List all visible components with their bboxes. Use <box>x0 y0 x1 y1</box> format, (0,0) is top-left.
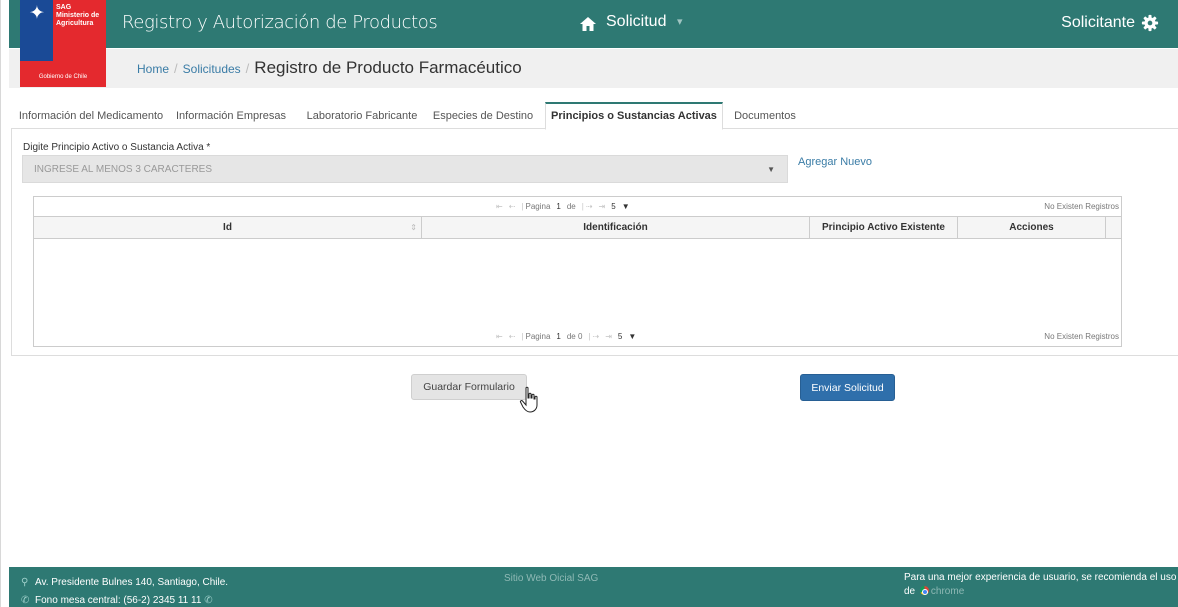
next-page-icon[interactable]: ⇢ <box>586 202 593 211</box>
last-page-icon[interactable]: ⇥ <box>599 202 606 211</box>
footer-address: ⚲ Av. Presidente Bulnes 140, Santiago, Ch… <box>21 577 229 588</box>
location-pin-icon: ⚲ <box>21 577 29 588</box>
app-window: Registro y Autorización de Productos Sol… <box>0 0 1178 607</box>
guardar-formulario-button[interactable]: Guardar Formulario <box>411 374 527 400</box>
prev-page-icon[interactable]: ⇠ <box>509 202 516 211</box>
sag-logo[interactable]: ✦ SAG Ministerio de Agricultura Gobierno… <box>20 0 106 87</box>
footer-site-link[interactable]: Sitio Web Oicial SAG <box>504 573 598 584</box>
breadcrumb-bar: Home / Solicitudes / Registro de Producto Fa… <box>9 49 1178 88</box>
no-records-label: No Existen Registros <box>1044 332 1119 341</box>
next-page-icon[interactable]: ⇢ <box>593 332 600 341</box>
caret-down-icon[interactable]: ▼ <box>622 202 630 211</box>
phone-icon: ✆ <box>21 595 30 606</box>
principio-activo-label: Digite Principio Activo o Sustancia Acti… <box>23 142 211 153</box>
caret-down-icon[interactable]: ▼ <box>767 165 775 174</box>
breadcrumb-home[interactable]: Home <box>137 62 169 76</box>
col-id[interactable]: Id ⇕ <box>34 217 422 239</box>
logo-org-name: SAG Ministerio de Agricultura <box>56 4 100 27</box>
phone-icon: ✆ <box>204 595 213 606</box>
page-number-input[interactable]: 1 <box>556 332 560 341</box>
last-page-icon[interactable]: ⇥ <box>605 332 612 341</box>
home-icon[interactable] <box>579 15 597 33</box>
col-identificacion[interactable]: Identificación <box>422 217 810 239</box>
gear-icon[interactable] <box>1141 14 1159 32</box>
grid-pager-top: ⇤ ⇠ | Pagina 1 de | ⇢ ⇥ 5 ▼ No Existen Registros <box>34 197 1121 217</box>
footer-phone: ✆ Fono mesa central: (56-2) 2345 11 11 ✆ <box>21 595 218 606</box>
rows-per-page-select[interactable]: 5 <box>611 202 615 211</box>
select-placeholder: INGRESE AL MENOS 3 CARACTERES <box>34 164 213 175</box>
agregar-nuevo-link[interactable]: Agregar Nuevo <box>798 156 872 168</box>
tab-principios-activos[interactable]: Principios o Sustancias Activas <box>545 102 723 130</box>
caret-down-icon[interactable]: ▼ <box>628 332 636 341</box>
tab-documentos[interactable]: Documentos <box>724 102 806 129</box>
col-principio-activo-existente[interactable]: Principio Activo Existente <box>810 217 958 239</box>
col-acciones[interactable]: Acciones <box>958 217 1106 239</box>
principio-activo-select[interactable]: INGRESE AL MENOS 3 CARACTERES ▼ <box>22 155 788 183</box>
tab-informacion-medicamento[interactable]: Información del Medicamento <box>11 102 171 129</box>
first-page-icon[interactable]: ⇤ <box>496 332 503 341</box>
breadcrumb-solicitudes[interactable]: Solicitudes <box>183 62 241 76</box>
enviar-solicitud-button[interactable]: Enviar Solicitud <box>800 374 895 401</box>
breadcrumb: Home / Solicitudes / Registro de Producto Fa… <box>137 58 522 77</box>
page-title: Registro de Producto Farmacéutico <box>254 58 522 77</box>
chrome-icon <box>919 586 929 595</box>
tab-especies-destino[interactable]: Especies de Destino <box>427 102 539 129</box>
principios-grid: ⇤ ⇠ | Pagina 1 de | ⇢ ⇥ 5 ▼ No Existen Registros I… <box>33 196 1122 347</box>
tab-strip: Información del Medicamento Información … <box>11 102 1178 130</box>
hand-cursor-icon <box>519 386 538 413</box>
footer-recommendation: Para una mejor experiencia de usuario, s… <box>904 572 1177 597</box>
prev-page-icon[interactable]: ⇠ <box>509 332 516 341</box>
rows-per-page-select[interactable]: 5 <box>618 332 622 341</box>
caret-down-icon[interactable]: ▾ <box>677 15 683 28</box>
sort-icon[interactable]: ⇕ <box>410 217 417 239</box>
top-navbar: Registro y Autorización de Productos Sol… <box>9 0 1178 48</box>
user-menu[interactable]: Solicitante <box>1061 14 1135 32</box>
grid-pager-bottom: ⇤ ⇠ | Pagina 1 de 0 | ⇢ ⇥ 5 ▼ No Existen Registros <box>496 332 1119 341</box>
no-records-label: No Existen Registros <box>1044 202 1119 211</box>
grid-header: Id ⇕ Identificación Principio Activo Exis… <box>34 217 1121 239</box>
tab-informacion-empresas[interactable]: Información Empresas <box>172 102 290 129</box>
tab-laboratorio-fabricante[interactable]: Laboratorio Fabricante <box>300 102 424 129</box>
coat-of-arms-icon: ✦ <box>29 3 45 24</box>
page-number-input[interactable]: 1 <box>556 202 560 211</box>
app-title[interactable]: Registro y Autorización de Productos <box>122 12 438 33</box>
first-page-icon[interactable]: ⇤ <box>496 202 503 211</box>
nav-solicitud-menu[interactable]: Solicitud <box>606 13 666 31</box>
footer: ⚲ Av. Presidente Bulnes 140, Santiago, Ch… <box>9 567 1178 607</box>
logo-gov-label: Gobierno de Chile <box>38 74 88 80</box>
